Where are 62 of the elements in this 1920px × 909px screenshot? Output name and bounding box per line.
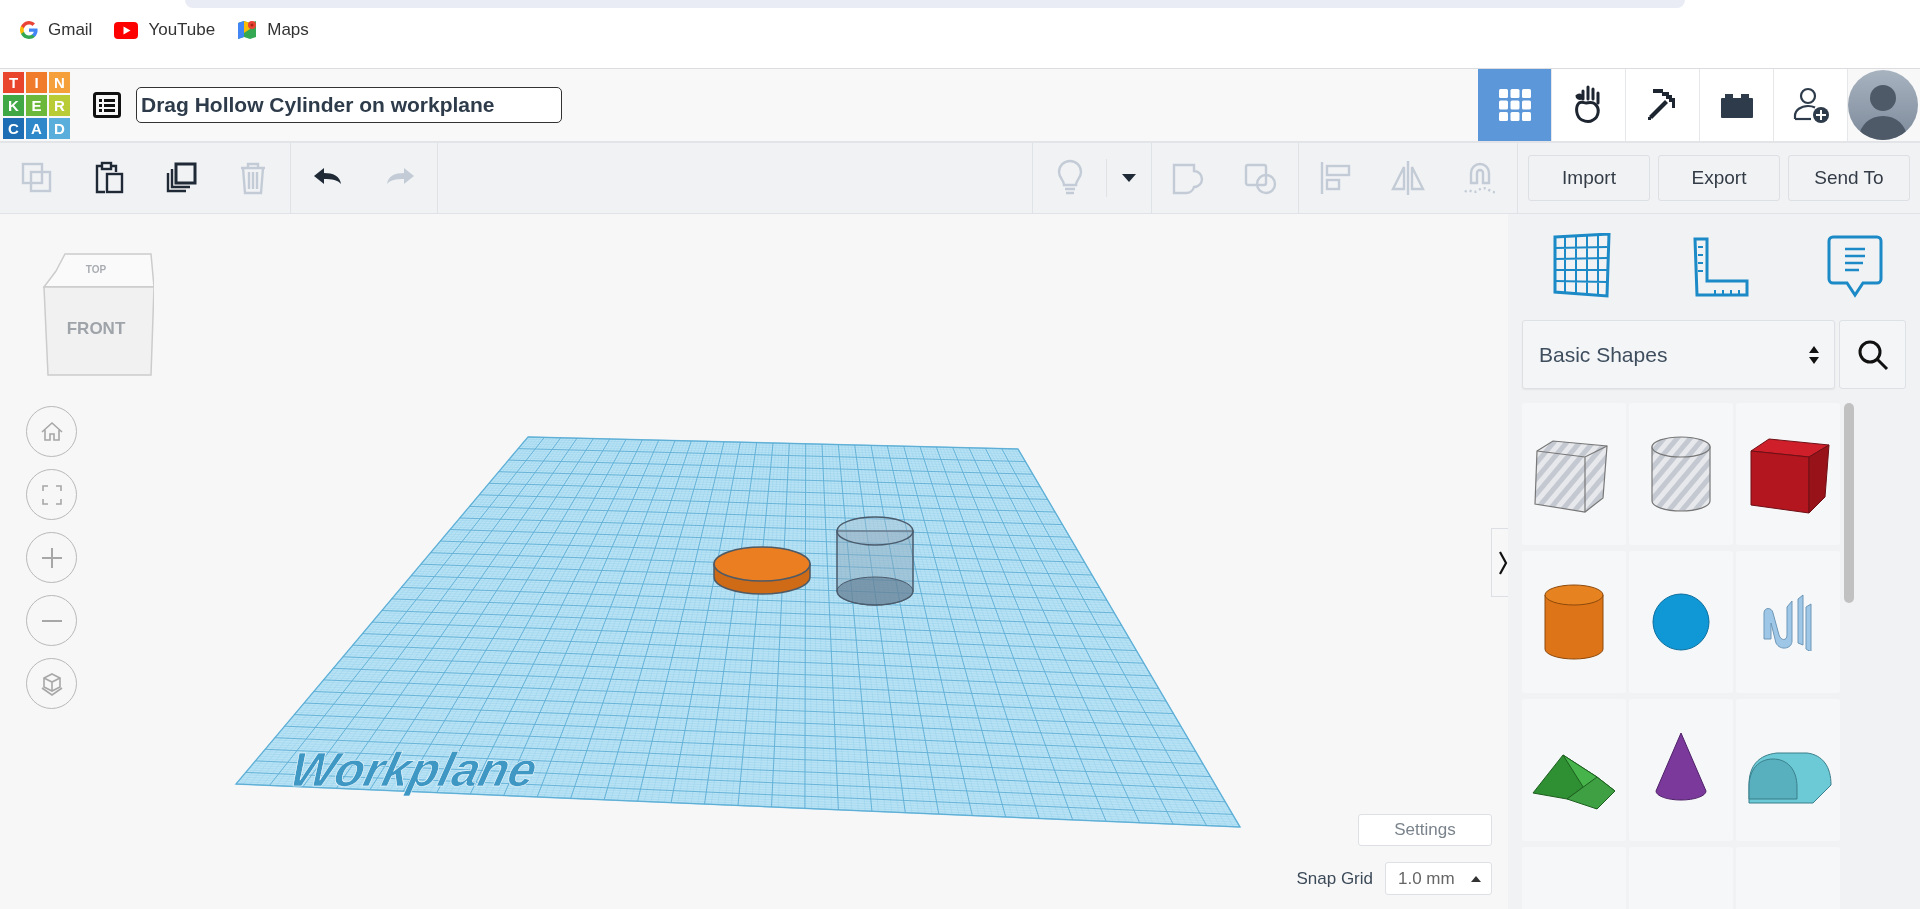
text-shape-drawing <box>1762 593 1814 651</box>
chevron-right-icon <box>1497 549 1508 576</box>
snap-grid-value: 1.0 mm <box>1398 868 1455 889</box>
shape-category-value: Basic Shapes <box>1539 342 1668 367</box>
nav-tab[interactable] <box>1552 69 1626 141</box>
panel-collapse-button[interactable] <box>1491 528 1508 597</box>
google-icon <box>20 21 38 39</box>
shape-tile[interactable] <box>1629 403 1733 545</box>
hole-cylinder-shape[interactable] <box>836 516 914 606</box>
shape-tile[interactable] <box>1736 551 1840 693</box>
up-down-caret-icon <box>1808 344 1820 365</box>
shape-tile[interactable] <box>1736 699 1840 841</box>
user-avatar[interactable] <box>1848 70 1918 140</box>
logo-letter: A <box>26 117 47 139</box>
logo-letter: C <box>3 117 24 139</box>
bookmark-link[interactable]: Gmail <box>20 20 93 40</box>
view-control-button[interactable] <box>26 469 77 520</box>
toolbar-text-button[interactable]: Import <box>1528 155 1650 201</box>
settings-button[interactable]: Settings <box>1358 814 1492 846</box>
snap-grid-label: Snap Grid <box>1296 868 1373 889</box>
logo-letter: K <box>3 94 24 116</box>
copy-icon <box>20 161 54 195</box>
shape-tile[interactable] <box>1629 699 1733 841</box>
view-control-button[interactable] <box>26 595 77 646</box>
nav-tab[interactable] <box>1700 69 1774 141</box>
youtube-icon <box>114 21 139 39</box>
cylinder-shape[interactable] <box>713 546 811 595</box>
search-button[interactable] <box>1839 320 1906 389</box>
shape-tile[interactable] <box>1522 699 1626 841</box>
shape-tile[interactable] <box>1736 403 1840 545</box>
scrollbar-thumb[interactable] <box>1844 403 1854 603</box>
map-pin-icon <box>237 20 258 40</box>
snap-grid-dropdown[interactable]: 1.0 mm <box>1385 862 1492 895</box>
logo-letter: I <box>26 71 47 93</box>
logo-letter: E <box>26 94 47 116</box>
view-cube[interactable] <box>42 253 154 376</box>
shape-category-dropdown[interactable]: Basic Shapes <box>1522 320 1835 389</box>
nav-tab[interactable] <box>1626 69 1700 141</box>
shape-tile[interactable] <box>1522 551 1626 693</box>
logo-letter: N <box>49 71 70 93</box>
toolbar-text-button[interactable]: Send To <box>1788 155 1910 201</box>
logo-letter: R <box>49 94 70 116</box>
duplicate-icon <box>164 161 198 195</box>
view-control-button[interactable] <box>26 658 77 709</box>
bookmark-link[interactable]: Maps <box>237 20 309 40</box>
view-control-button[interactable] <box>26 532 77 583</box>
nav-tab[interactable] <box>1774 69 1848 141</box>
logo-letter: D <box>49 117 70 139</box>
view-control-button[interactable] <box>26 406 77 457</box>
mirror-icon <box>1389 159 1427 197</box>
bookmark-link[interactable]: YouTube <box>114 20 216 40</box>
toolbar-text-button[interactable]: Export <box>1658 155 1780 201</box>
caret-icon <box>1471 875 1481 882</box>
tinkercad-logo[interactable]: T I N K E R C A D <box>3 71 70 139</box>
shape-tile[interactable] <box>1629 551 1733 693</box>
logo-letter: T <box>3 71 24 93</box>
caret-icon <box>1121 174 1136 182</box>
shape-tile[interactable] <box>1522 403 1626 545</box>
cube-face-label: FRONT <box>66 319 126 338</box>
cube-face-label: TOP <box>85 264 107 275</box>
design-title-field[interactable]: Drag Hollow Cylinder on workplane <box>136 87 562 123</box>
list-icon[interactable] <box>93 92 121 118</box>
